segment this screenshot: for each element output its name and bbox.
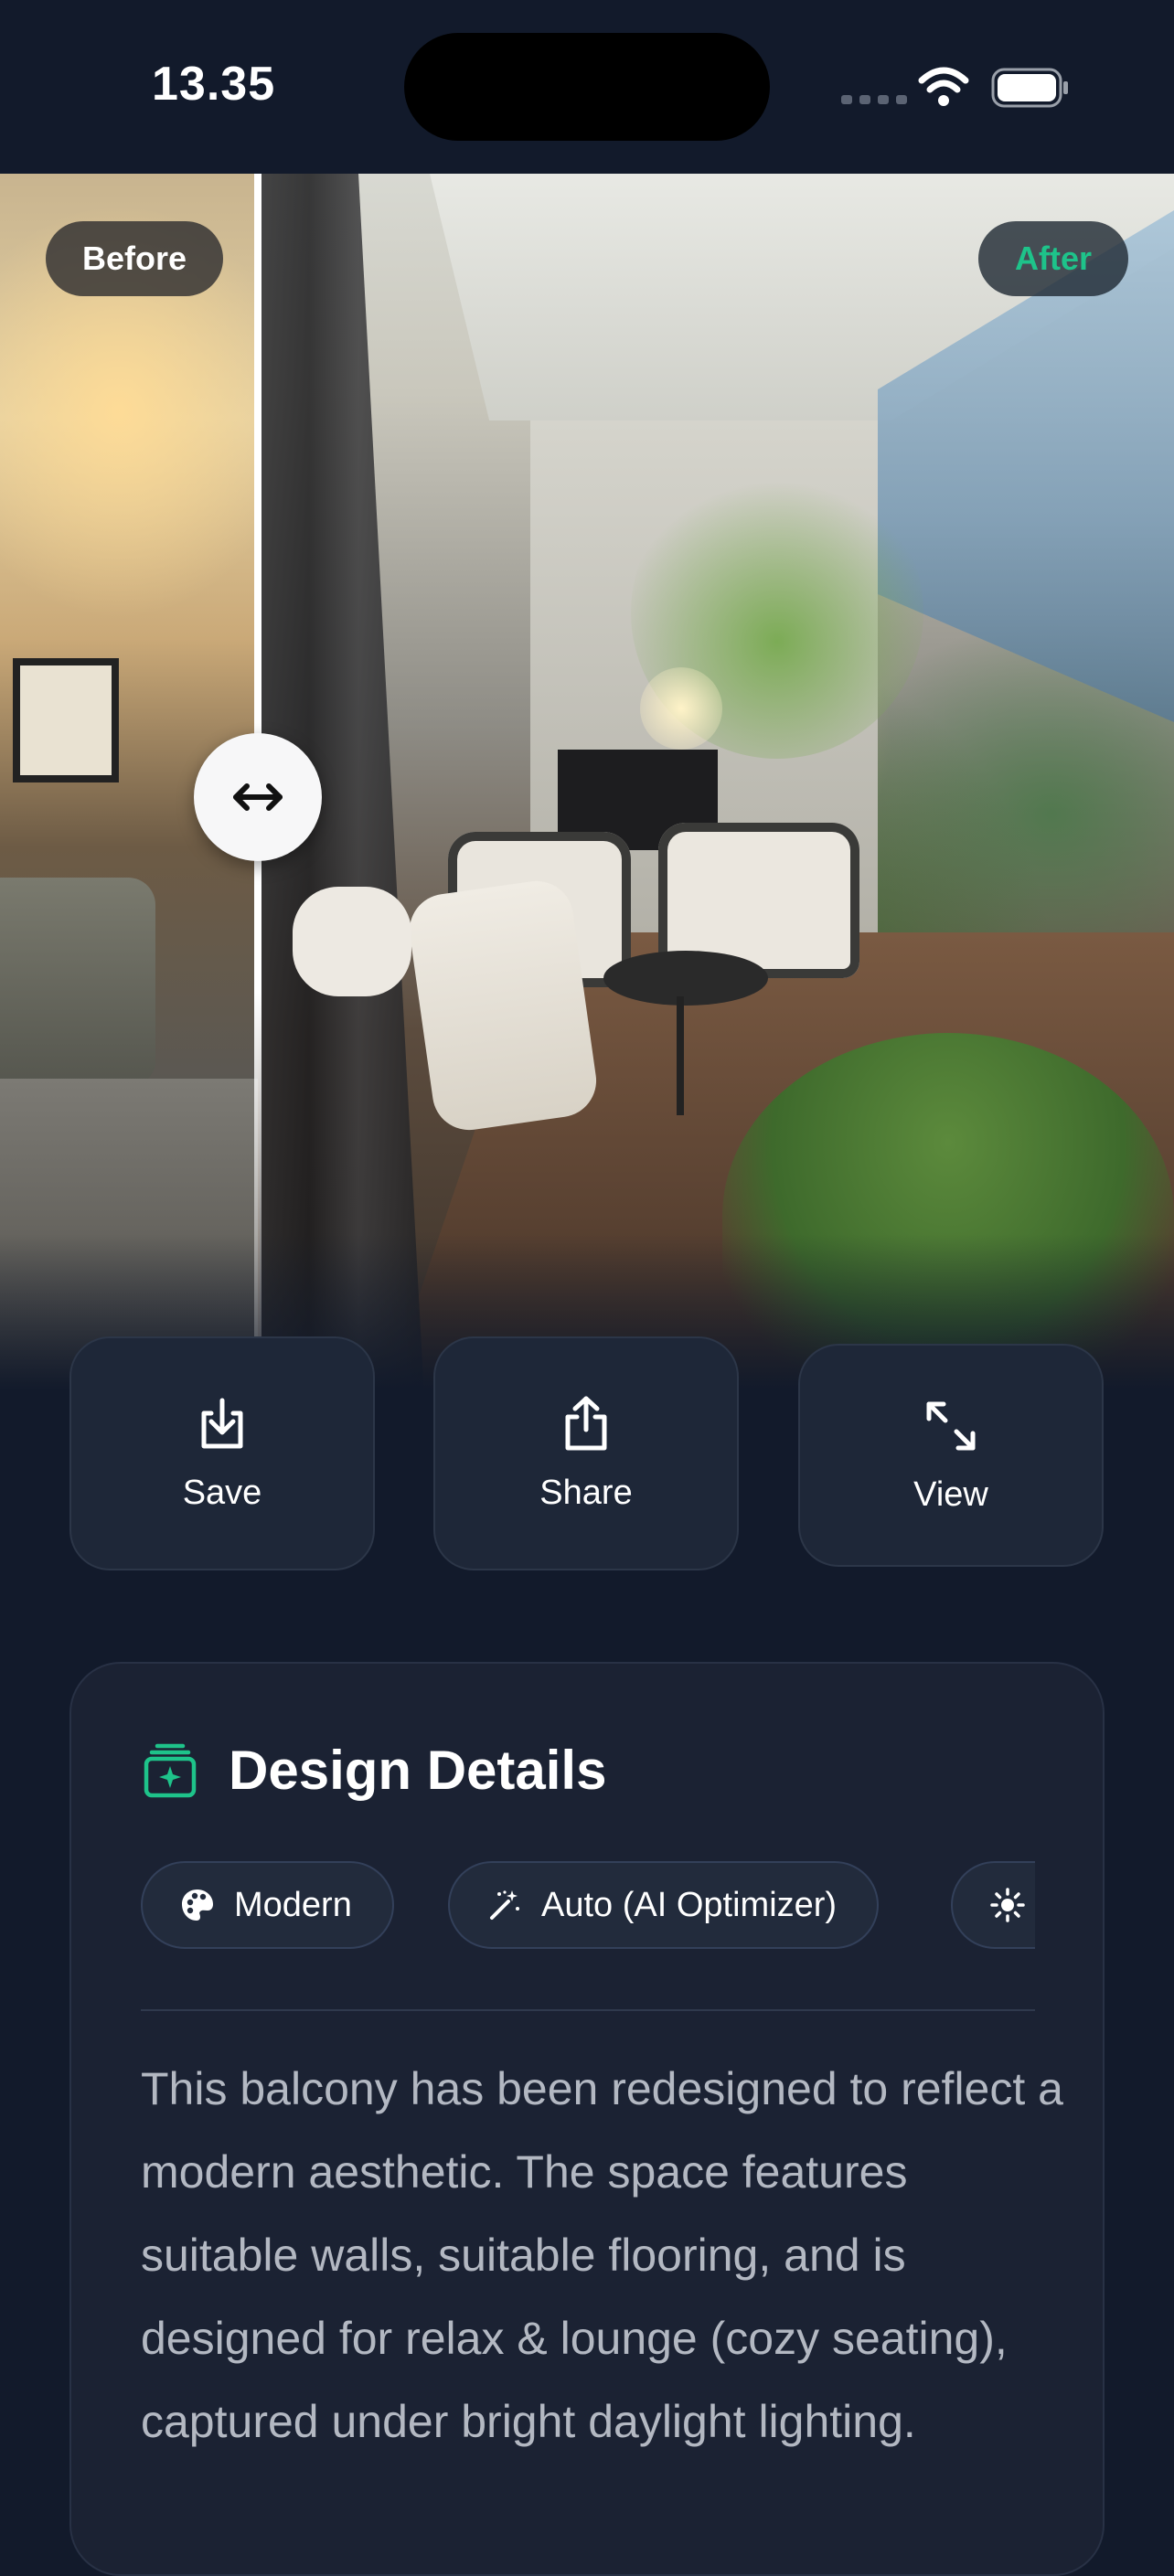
before-label: Before xyxy=(46,221,224,296)
magic-wand-icon xyxy=(490,1890,519,1920)
slider-handle[interactable] xyxy=(194,733,322,861)
share-icon xyxy=(565,1396,607,1450)
palette-icon xyxy=(182,1889,213,1921)
save-label: Save xyxy=(182,1473,262,1512)
after-label: After xyxy=(977,221,1128,296)
battery-icon xyxy=(991,68,1068,108)
wifi-icon xyxy=(918,67,969,106)
view-button[interactable]: View xyxy=(798,1344,1104,1567)
card-header: Design Details xyxy=(143,1739,606,1802)
chip-style-label: Modern xyxy=(234,1885,352,1924)
before-after-comparison[interactable]: Before After xyxy=(0,174,1174,1399)
chip-optimizer-label: Auto (AI Optimizer) xyxy=(541,1885,838,1924)
chip-lighting[interactable] xyxy=(951,1861,1035,1949)
cellular-signal-icon xyxy=(841,95,907,104)
chip-optimizer[interactable]: Auto (AI Optimizer) xyxy=(448,1861,880,1949)
sun-icon xyxy=(990,1888,1025,1922)
design-box-icon xyxy=(144,1743,197,1797)
design-description: This balcony has been redesigned to refl… xyxy=(141,2063,1063,2447)
download-icon xyxy=(201,1398,243,1448)
status-time: 13.35 xyxy=(152,58,276,111)
status-bar: 13.35 xyxy=(0,0,1174,174)
share-button[interactable]: Share xyxy=(433,1336,739,1570)
horizontal-arrows-icon xyxy=(233,783,283,811)
card-title: Design Details xyxy=(229,1740,607,1801)
divider xyxy=(141,2009,1035,2011)
expand-icon xyxy=(926,1401,976,1450)
save-button[interactable]: Save xyxy=(69,1336,375,1570)
share-label: Share xyxy=(539,1473,633,1512)
design-details-card: Design Details Modern Auto (AI Optimizer… xyxy=(69,1662,1105,2576)
chip-style[interactable]: Modern xyxy=(141,1861,394,1949)
action-buttons: Save Share View xyxy=(69,1336,1105,1574)
style-chips[interactable]: Modern Auto (AI Optimizer) xyxy=(141,1861,1035,1953)
view-label: View xyxy=(913,1474,988,1514)
dynamic-island xyxy=(404,33,770,141)
